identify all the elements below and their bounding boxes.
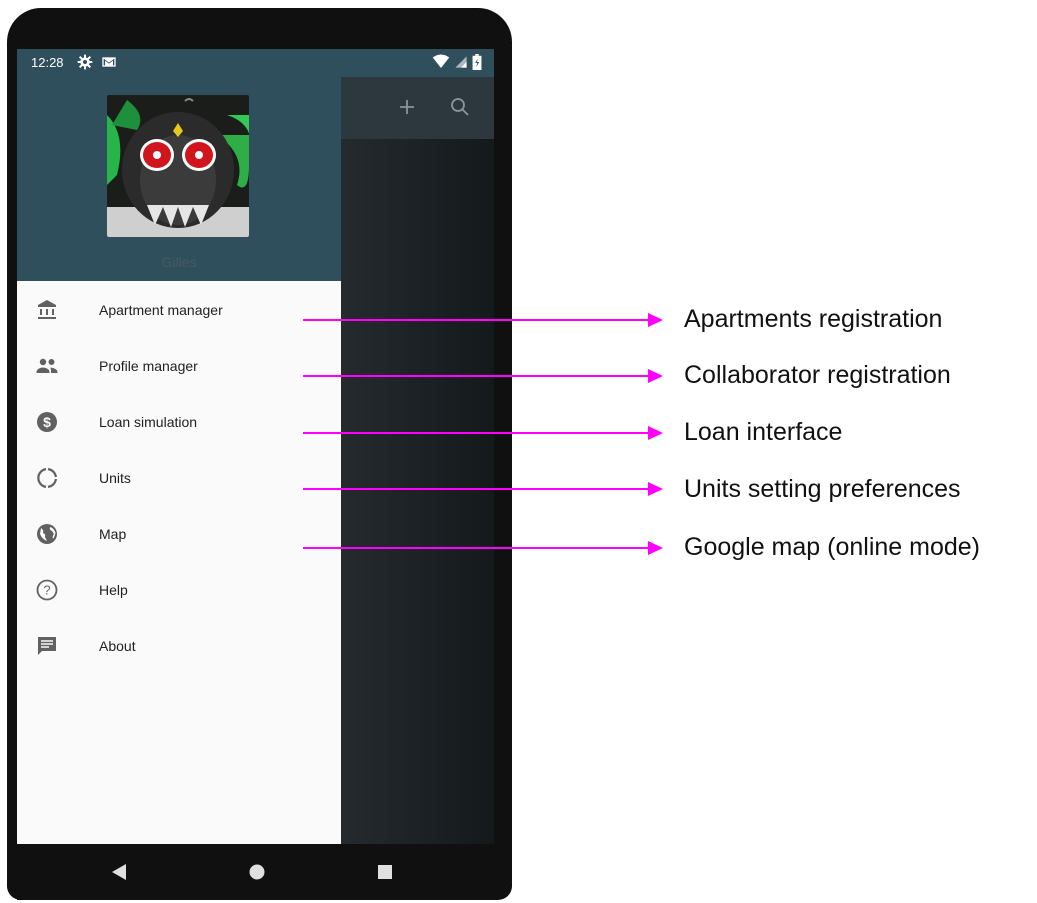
arrow-collaborator: [303, 369, 663, 383]
annotation-loan-interface: Loan interface: [684, 418, 843, 446]
annotation-units-setting-preferences: Units setting preferences: [684, 475, 961, 503]
annotation-collaborator-registration: Collaborator registration: [684, 361, 951, 389]
annotation-arrows: [303, 313, 663, 555]
arrow-loan: [303, 426, 663, 440]
arrow-map: [303, 541, 663, 555]
annotation-apartments-registration: Apartments registration: [684, 305, 943, 333]
arrow-apartments: [303, 313, 663, 327]
arrow-units: [303, 482, 663, 496]
annotation-google-map: Google map (online mode): [684, 533, 980, 561]
